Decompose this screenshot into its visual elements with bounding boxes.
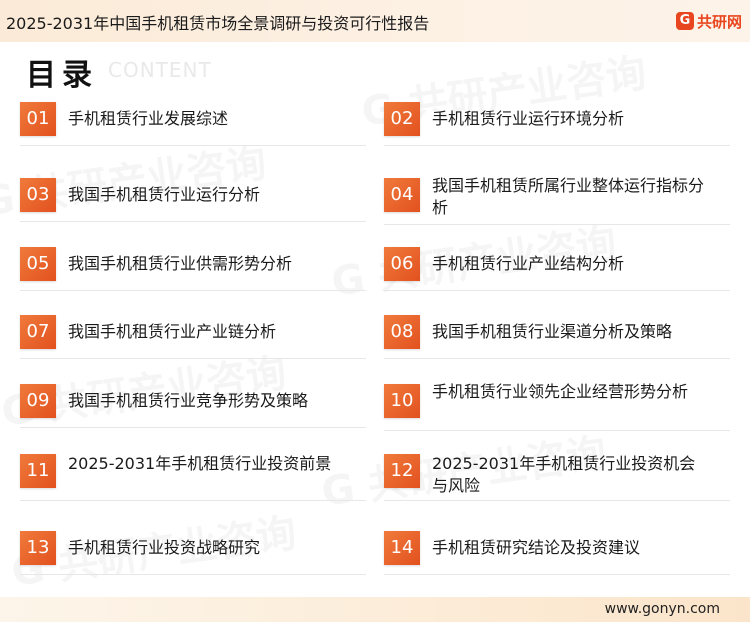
divider <box>384 290 730 291</box>
toc-heading: 目录 <box>26 58 98 93</box>
brand-logo: G 共研网 <box>675 9 742 33</box>
divider <box>20 500 366 501</box>
toc-item[interactable]: 09 我国手机租赁行业竞争形势及策略 <box>20 384 370 444</box>
divider <box>20 358 366 359</box>
item-title: 我国手机租赁所属行业整体运行指标分析 <box>432 176 705 217</box>
toc-item[interactable]: 06 手机租赁行业产业结构分析 <box>384 247 734 307</box>
logo-icon: G <box>675 12 694 30</box>
item-title: 手机租赁行业领先企业经营形势分析 <box>432 382 689 401</box>
item-number-badge: 05 <box>20 247 56 281</box>
divider <box>20 145 366 146</box>
item-number-badge: 09 <box>20 384 56 418</box>
toc-item[interactable]: 03 我国手机租赁行业运行分析 <box>20 178 370 238</box>
toc-item[interactable]: 07 我国手机租赁行业产业链分析 <box>20 315 370 375</box>
item-title: 手机租赁行业产业结构分析 <box>432 254 625 273</box>
divider <box>20 290 366 291</box>
divider <box>384 430 730 431</box>
item-title: 手机租赁研究结论及投资建议 <box>432 538 641 557</box>
item-title: 我国手机租赁行业竞争形势及策略 <box>68 391 309 410</box>
item-title: 2025-2031年手机租赁行业投资前景 <box>68 454 332 473</box>
header-bar: 2025-2031年中国手机租赁市场全景调研与投资可行性报告 G 共研网 <box>0 0 750 42</box>
toc-item[interactable]: 02 手机租赁行业运行环境分析 <box>384 102 734 162</box>
item-number-badge: 12 <box>384 454 420 488</box>
item-number-badge: 07 <box>20 315 56 349</box>
toc-item[interactable]: 08 我国手机租赁行业渠道分析及策略 <box>384 315 734 375</box>
item-title: 我国手机租赁行业供需形势分析 <box>68 254 293 273</box>
footer-url[interactable]: www.gonyn.com <box>605 601 720 617</box>
item-number-badge: 04 <box>384 178 420 212</box>
item-number-badge: 03 <box>20 178 56 212</box>
toc-item[interactable]: 05 我国手机租赁行业供需形势分析 <box>20 247 370 307</box>
item-title: 2025-2031年手机租赁行业投资机会与风险 <box>432 454 696 495</box>
item-number-badge: 11 <box>20 454 56 488</box>
item-title: 我国手机租赁行业运行分析 <box>68 185 261 204</box>
divider <box>384 145 730 146</box>
item-number-badge: 01 <box>20 102 56 136</box>
toc-item[interactable]: 11 2025-2031年手机租赁行业投资前景 <box>20 454 370 514</box>
logo-text: 共研网 <box>696 12 742 31</box>
toc-item[interactable]: 04 我国手机租赁所属行业整体运行指标分析 <box>384 176 734 238</box>
item-number-badge: 14 <box>384 531 420 565</box>
item-title: 我国手机租赁行业产业链分析 <box>68 322 277 341</box>
item-number-badge: 06 <box>384 247 420 281</box>
footer-bar: www.gonyn.com <box>0 597 750 622</box>
divider <box>384 358 730 359</box>
toc-item[interactable]: 10 手机租赁行业领先企业经营形势分析 <box>384 382 734 444</box>
item-title: 手机租赁行业运行环境分析 <box>432 109 625 128</box>
toc-item[interactable]: 01 手机租赁行业发展综述 <box>20 102 370 162</box>
item-number-badge: 10 <box>384 384 420 418</box>
item-number-badge: 08 <box>384 315 420 349</box>
toc-item[interactable]: 12 2025-2031年手机租赁行业投资机会与风险 <box>384 454 734 514</box>
toc-item[interactable]: 13 手机租赁行业投资战略研究 <box>20 531 370 591</box>
toc-item[interactable]: 14 手机租赁研究结论及投资建议 <box>384 531 734 591</box>
divider <box>384 574 730 575</box>
divider <box>20 574 366 575</box>
divider <box>20 427 366 428</box>
item-title: 手机租赁行业发展综述 <box>68 109 229 128</box>
item-title: 我国手机租赁行业渠道分析及策略 <box>432 322 673 341</box>
item-title: 手机租赁行业投资战略研究 <box>68 538 261 557</box>
divider <box>20 221 366 222</box>
toc-subheading: CONTENT <box>108 58 212 82</box>
report-title: 2025-2031年中国手机租赁市场全景调研与投资可行性报告 <box>6 14 430 33</box>
divider <box>384 224 730 225</box>
divider <box>384 500 730 501</box>
item-number-badge: 13 <box>20 531 56 565</box>
item-number-badge: 02 <box>384 102 420 136</box>
